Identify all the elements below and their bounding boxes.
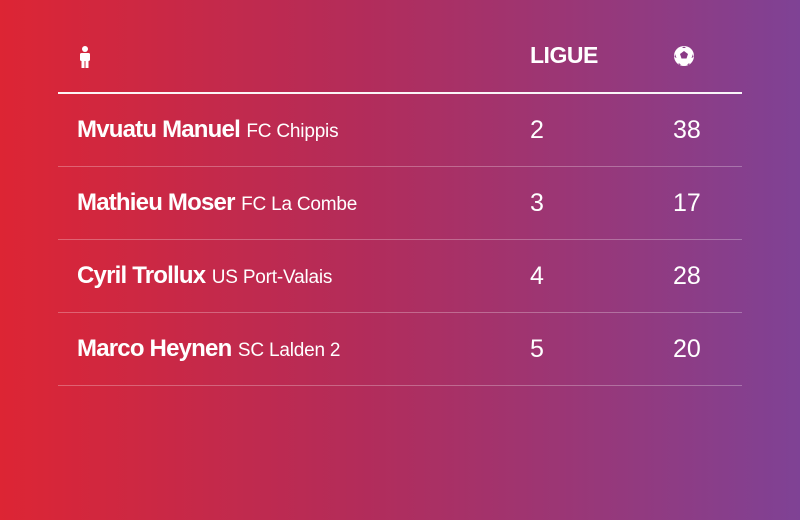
player-club: FC La Combe	[241, 194, 358, 215]
goals-value: 28	[673, 262, 701, 290]
table-row: Mvuatu Manuel FC Chippis 2 38	[58, 94, 742, 167]
player-name: Mathieu Moser	[77, 189, 235, 216]
league-value: 2	[530, 116, 544, 144]
league-column-header: LIGUE	[530, 42, 598, 68]
table-row: Cyril Trollux US Port-Valais 4 28	[58, 240, 742, 313]
goals-value: 17	[673, 189, 701, 217]
player-name: Cyril Trollux	[77, 262, 206, 289]
league-value: 5	[530, 335, 544, 363]
player-club: SC Lalden 2	[237, 340, 341, 361]
goals-value: 38	[673, 116, 701, 144]
player-club: FC Chippis	[246, 121, 339, 142]
player-cell: Mathieu Moser FC La Combe	[77, 189, 357, 217]
soccer-ball-icon	[673, 45, 695, 67]
scorers-table: LIGUE Mvuatu Manuel FC Chippis 2 38 Math…	[58, 20, 742, 386]
player-club: US Port-Valais	[211, 267, 333, 288]
player-name: Mvuatu Manuel	[77, 116, 241, 143]
player-cell: Marco Heynen SC Lalden 2	[77, 335, 340, 363]
league-value: 4	[530, 262, 544, 290]
person-icon	[78, 46, 92, 68]
table-row: Mathieu Moser FC La Combe 3 17	[58, 167, 742, 240]
table-header: LIGUE	[58, 20, 742, 94]
player-cell: Cyril Trollux US Port-Valais	[77, 262, 332, 290]
player-name: Marco Heynen	[77, 335, 232, 362]
league-value: 3	[530, 189, 544, 217]
table-row: Marco Heynen SC Lalden 2 5 20	[58, 313, 742, 386]
player-cell: Mvuatu Manuel FC Chippis	[77, 116, 339, 144]
goals-value: 20	[673, 335, 701, 363]
